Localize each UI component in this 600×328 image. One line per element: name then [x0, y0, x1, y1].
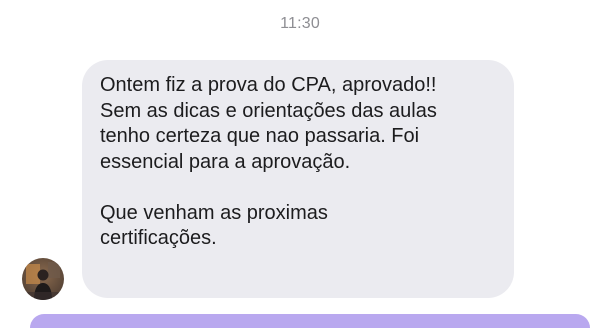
message-line: essencial para a aprovação. [100, 150, 351, 173]
message-text: Ontem fiz a prova do CPA, aprovado!! Sem… [100, 73, 510, 252]
message-line: Sem as dicas e orientações das aulas [100, 99, 437, 122]
message-line: tenho certeza que nao passaria. Foi [100, 125, 420, 147]
message-line: Que venham as proximas [100, 201, 328, 224]
message-timestamp: 11:30 [280, 15, 320, 32]
sender-avatar[interactable] [22, 258, 64, 300]
message-line: certificações. [100, 227, 217, 249]
user-photo-avatar-icon [22, 258, 64, 300]
received-message-bubble[interactable]: Ontem fiz a prova do CPA, aprovado!! Sem… [82, 60, 514, 298]
chat-view: 11:30 Ontem fiz a prova do CPA, aprovado… [0, 0, 600, 328]
message-line: Ontem fiz a prova do CPA, aprovado!! [100, 74, 437, 96]
sent-message-bubble-partial[interactable] [30, 314, 590, 328]
